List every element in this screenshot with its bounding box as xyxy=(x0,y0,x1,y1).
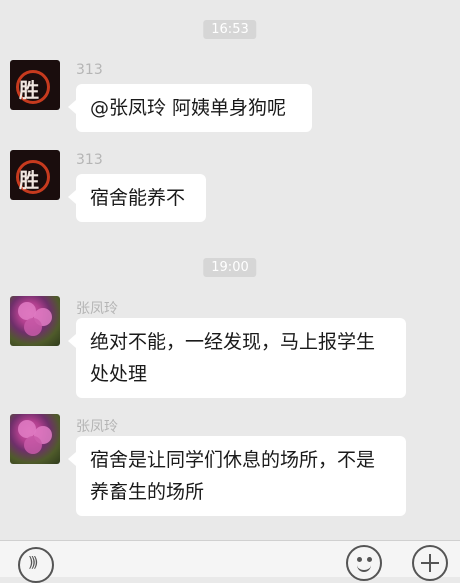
message-bubble[interactable]: 宿舍能养不 xyxy=(68,174,206,222)
message-bubble[interactable]: 宿舍是让同学们休息的场所，不是 养畜生的场所 xyxy=(68,436,406,516)
message-bubble[interactable]: 绝对不能，一经发现，马上报学生 处处理 xyxy=(68,318,406,398)
avatar[interactable]: 胜 xyxy=(10,60,60,110)
message-text: @张凤玲 阿姨单身狗呢 xyxy=(90,97,287,119)
chat-area: 16:53 胜 313 @张凤玲 阿姨单身狗呢 胜 313 宿舍能养不 19:0… xyxy=(0,0,460,540)
voice-icon[interactable] xyxy=(18,547,54,583)
message-text: 养畜生的场所 xyxy=(90,481,205,503)
message-text: 宿舍是让同学们休息的场所，不是 xyxy=(90,449,376,471)
avatar[interactable] xyxy=(10,414,60,464)
message-bubble[interactable]: @张凤玲 阿姨单身狗呢 xyxy=(68,84,312,132)
sender-name: 313 xyxy=(76,62,103,78)
input-toolbar xyxy=(0,540,460,583)
sender-name: 张凤玲 xyxy=(76,419,118,435)
avatar-glyph: 胜 xyxy=(19,78,39,102)
message-text: 宿舍能养不 xyxy=(90,187,186,209)
timestamp: 16:53 xyxy=(203,20,257,39)
timestamp: 19:00 xyxy=(203,258,257,277)
message-text: 绝对不能，一经发现，马上报学生 xyxy=(90,331,376,353)
avatar[interactable]: 胜 xyxy=(10,150,60,200)
avatar-glyph: 胜 xyxy=(19,168,39,192)
avatar[interactable] xyxy=(10,296,60,346)
message-text: 处处理 xyxy=(90,363,148,385)
sender-name: 313 xyxy=(76,152,103,168)
sender-name: 张凤玲 xyxy=(76,301,118,317)
